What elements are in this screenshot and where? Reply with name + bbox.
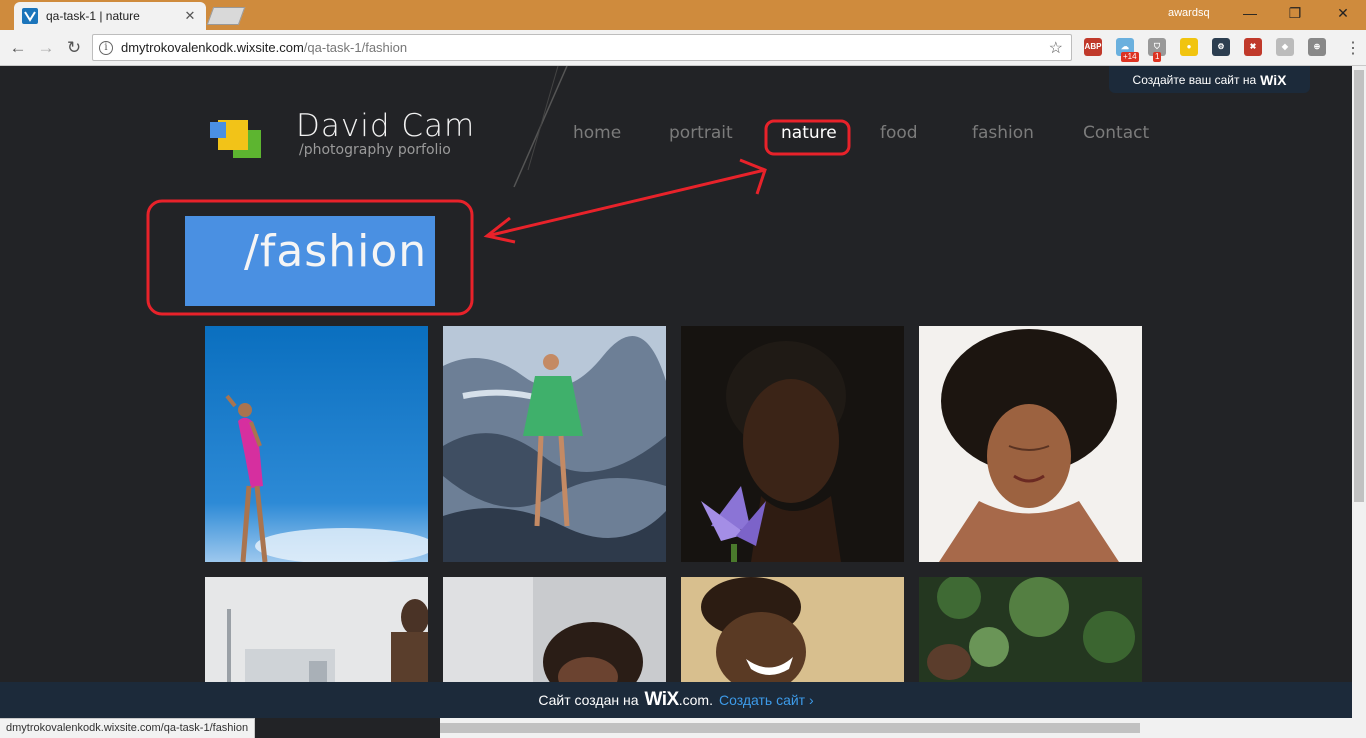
- address-bar[interactable]: i dmytrokovalenkodk.wixsite.com /qa-task…: [92, 34, 1072, 61]
- logo-square-blue: [210, 122, 226, 138]
- x-icon[interactable]: ✖: [1244, 38, 1262, 56]
- gallery-photo-5[interactable]: [205, 577, 428, 682]
- menu-icon[interactable]: ⋮: [1345, 38, 1361, 58]
- tab-close-icon[interactable]: ✕: [182, 8, 198, 24]
- browser-window: qa-task-1 | nature ✕ awardsq — ❐ ✕ ← → ↻…: [0, 0, 1366, 738]
- nav-nature[interactable]: nature: [781, 123, 837, 143]
- browser-tab[interactable]: qa-task-1 | nature ✕: [14, 2, 206, 30]
- create-site-link[interactable]: Создать сайт ›: [719, 692, 814, 708]
- page-heading: /fashion: [244, 226, 428, 277]
- web-page: Создайте ваш сайт на WiX David Cam /phot…: [0, 66, 1352, 682]
- abp-icon[interactable]: ABP: [1084, 38, 1102, 56]
- profile-name[interactable]: awardsq: [1168, 7, 1210, 19]
- site-logo-icon[interactable]: [210, 116, 262, 158]
- reload-icon[interactable]: ↻: [64, 38, 84, 58]
- site-subtitle: /photography porfolio: [299, 142, 451, 158]
- new-tab-button[interactable]: [206, 7, 246, 25]
- annotation-overlay: [146, 119, 851, 316]
- status-bar-url: dmytrokovalenkodk.wixsite.com/qa-task-1/…: [0, 718, 256, 738]
- puzzle-icon[interactable]: ◆: [1276, 38, 1294, 56]
- shield-badge: 1: [1153, 52, 1162, 62]
- browser-toolbar: ← → ↻ i dmytrokovalenkodk.wixsite.com /q…: [0, 30, 1366, 66]
- gear-icon[interactable]: ⚙: [1212, 38, 1230, 56]
- nav-home[interactable]: home: [573, 123, 621, 143]
- url-path: /qa-task-1/fashion: [303, 40, 408, 55]
- decorative-diagonal-lines: [513, 66, 568, 188]
- wix-bottom-domain: .com.: [678, 692, 713, 708]
- bulb-icon[interactable]: ●: [1180, 38, 1198, 56]
- gallery-photo-2[interactable]: [443, 326, 666, 562]
- annotation-arrowhead-left: [483, 216, 516, 244]
- vertical-scrollbar[interactable]: [1352, 66, 1366, 718]
- gallery-photo-8[interactable]: [919, 577, 1142, 682]
- vertical-scroll-thumb[interactable]: [1354, 70, 1364, 502]
- forward-icon[interactable]: →: [36, 38, 56, 58]
- horizontal-scroll-thumb[interactable]: [440, 723, 1140, 733]
- back-icon[interactable]: ←: [8, 38, 28, 58]
- wix-top-brand: WiX: [1260, 71, 1287, 88]
- title-bar: qa-task-1 | nature ✕ awardsq — ❐ ✕: [0, 0, 1366, 30]
- wix-bottom-banner: Сайт создан на WiX .com. Создать сайт ›: [0, 682, 1352, 718]
- cloud-badge: +14: [1121, 52, 1139, 62]
- gallery-photo-3[interactable]: [681, 326, 904, 562]
- wix-top-banner[interactable]: Создайте ваш сайт на WiX: [1109, 66, 1310, 93]
- gallery-photo-4[interactable]: [919, 326, 1142, 562]
- minimize-icon[interactable]: —: [1240, 5, 1260, 21]
- gallery-photo-1[interactable]: [205, 326, 428, 562]
- restore-icon[interactable]: ❐: [1285, 5, 1305, 22]
- wix-bottom-text: Сайт создан на: [538, 692, 639, 708]
- nav-fashion[interactable]: fashion: [972, 123, 1034, 143]
- wix-favicon-icon: [22, 8, 38, 24]
- wix-top-text: Создайте ваш сайт на: [1132, 72, 1257, 87]
- annotation-arrowhead-right: [739, 158, 767, 195]
- wix-bottom-brand: WiX: [644, 689, 680, 710]
- nav-contact[interactable]: Contact: [1083, 123, 1149, 143]
- tab-title: qa-task-1 | nature: [46, 9, 140, 23]
- site-title[interactable]: David Cam: [296, 108, 475, 144]
- nav-food[interactable]: food: [880, 123, 918, 143]
- gallery-photo-7[interactable]: [681, 577, 904, 682]
- close-window-icon[interactable]: ✕: [1333, 5, 1353, 22]
- nav-portrait[interactable]: portrait: [669, 123, 733, 143]
- info-icon[interactable]: i: [99, 40, 113, 55]
- url-host: dmytrokovalenkodk.wixsite.com: [121, 40, 304, 55]
- plus-circle-icon[interactable]: ⊕: [1308, 38, 1326, 56]
- bookmark-star-icon[interactable]: ☆: [1049, 38, 1063, 58]
- gallery-photo-6[interactable]: [443, 577, 666, 682]
- horizontal-scrollbar[interactable]: [440, 718, 1366, 738]
